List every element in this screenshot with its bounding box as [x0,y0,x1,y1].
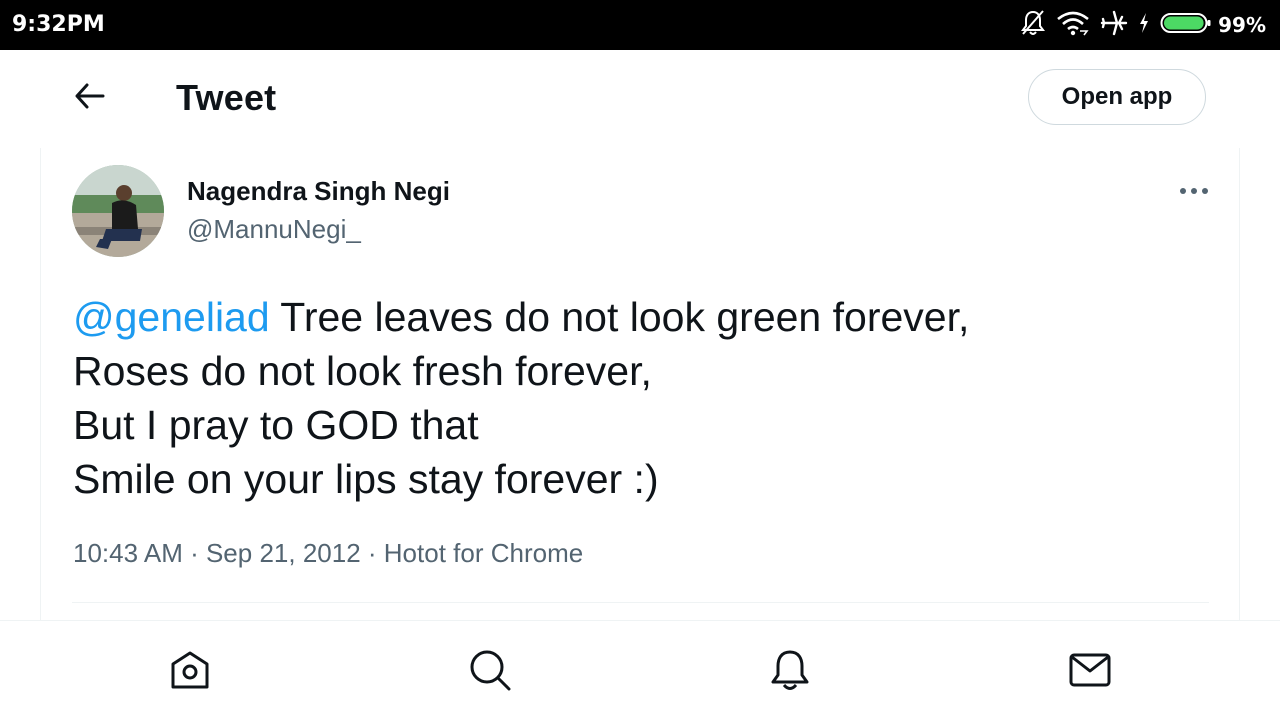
nav-search[interactable] [465,647,515,697]
home-icon [168,648,212,697]
battery-percent: 99% [1218,13,1266,37]
nav-home[interactable] [165,647,215,697]
tweet-text-line: But I pray to GOD that [73,402,479,448]
tweet-text-line: Roses do not look fresh forever, [73,348,652,394]
status-bar: 9:32PM 99% [0,0,1280,50]
meta-separator: · [360,538,384,568]
mention-link[interactable]: @geneliad [73,294,270,340]
avatar[interactable] [72,165,164,257]
tweet-text: @geneliad Tree leaves do not look green … [73,290,1193,506]
wifi-icon [1056,10,1090,41]
tweet-metadata: 10:43 AM · Sep 21, 2012 · Hotot for Chro… [73,538,583,569]
tweet-text-line: @geneliad Tree leaves do not look green … [73,290,1193,344]
divider [72,602,1209,603]
open-app-button[interactable]: Open app [1028,69,1206,125]
author-handle[interactable]: @MannuNegi_ [187,214,361,245]
tweet-card: Nagendra Singh Negi @MannuNegi_ @genelia… [40,148,1240,620]
notifications-icon [768,648,812,697]
status-time: 9:32PM [12,12,105,37]
top-app-bar: Tweet Open app [0,50,1280,148]
more-options-button[interactable] [1171,178,1217,204]
tweet-date[interactable]: Sep 21, 2012 [206,538,361,568]
page-title: Tweet [176,77,277,118]
nav-messages[interactable] [1065,647,1115,697]
battery-icon [1160,11,1212,40]
tweet-time[interactable]: 10:43 AM [73,538,183,568]
meta-separator: · [182,538,206,568]
author-name[interactable]: Nagendra Singh Negi [187,176,450,207]
airplane-icon [1100,9,1128,42]
status-icons: 99% [1010,9,1266,41]
tweet-source[interactable]: Hotot for Chrome [384,538,583,568]
charging-bolt-icon [1138,12,1150,39]
back-button[interactable] [66,74,114,122]
tweet-text-segment: Tree leaves do not look green forever, [269,294,970,340]
bottom-navigation [0,620,1280,721]
search-icon [468,648,512,697]
nav-notifications[interactable] [765,647,815,697]
bell-off-icon [1020,9,1046,42]
tweet-text-line: Smile on your lips stay forever :) [73,456,659,502]
more-horizontal-icon [1179,182,1209,200]
messages-icon [1068,648,1112,697]
arrow-left-icon [74,82,106,115]
